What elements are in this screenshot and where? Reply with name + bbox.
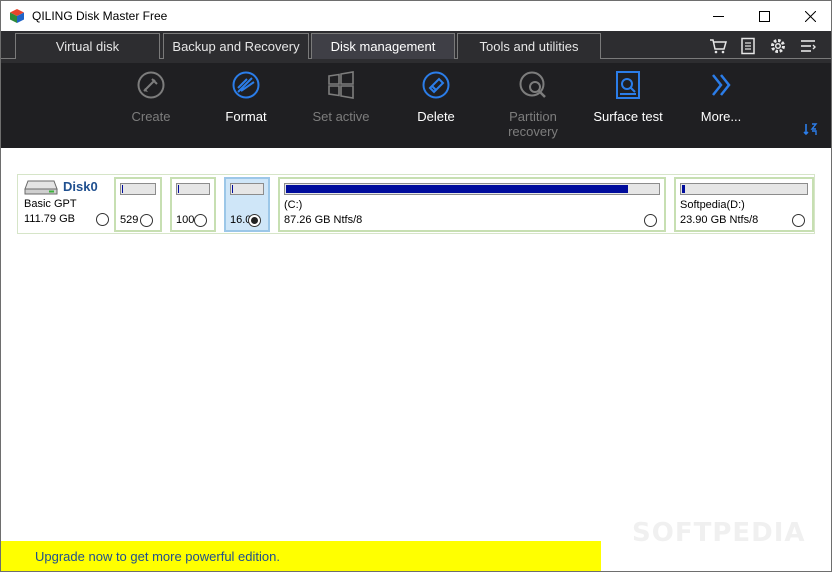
delete-icon bbox=[422, 71, 450, 99]
document-button[interactable] bbox=[733, 36, 763, 56]
partition-radio[interactable] bbox=[644, 214, 657, 227]
minimize-button[interactable] bbox=[695, 1, 741, 32]
disk-name: Disk0 bbox=[63, 179, 98, 194]
create-label: Create bbox=[131, 109, 171, 124]
partition-c[interactable]: (C:) 87.26 GB Ntfs/8 bbox=[278, 177, 666, 232]
sort-icon[interactable] bbox=[803, 122, 819, 136]
disk-info[interactable]: Disk0 Basic GPT 111.79 GB bbox=[18, 175, 114, 233]
top-icon-group bbox=[703, 36, 823, 56]
ribbon: Virtual disk Backup and Recovery Disk ma… bbox=[1, 31, 831, 148]
maximize-icon bbox=[758, 11, 770, 22]
partition-usage-bar bbox=[230, 183, 264, 195]
settings-button[interactable] bbox=[763, 36, 793, 56]
more-label: More... bbox=[700, 109, 742, 124]
minimize-icon bbox=[712, 16, 724, 17]
cart-button[interactable] bbox=[703, 36, 733, 56]
partition-usage-bar bbox=[284, 183, 660, 195]
surface-test-button[interactable]: Surface test bbox=[583, 69, 673, 141]
partition-radio[interactable] bbox=[792, 214, 805, 227]
partition-usage-fill bbox=[682, 185, 686, 193]
format-icon bbox=[232, 71, 260, 99]
disk-type: Basic GPT bbox=[24, 198, 77, 210]
partition-size: 23.90 GB Ntfs/8 bbox=[680, 214, 759, 226]
menu-icon bbox=[801, 40, 816, 52]
partition-radio-selected[interactable] bbox=[248, 214, 261, 227]
menu-button[interactable] bbox=[793, 36, 823, 56]
partition-usage-fill bbox=[178, 185, 179, 193]
tab-disk-management[interactable]: Disk management bbox=[311, 33, 455, 59]
maximize-button[interactable] bbox=[741, 1, 787, 32]
partition-recovery-button[interactable]: Partition recovery bbox=[488, 69, 578, 141]
upgrade-link[interactable]: Upgrade now to get more powerful edition… bbox=[35, 549, 280, 564]
more-icon bbox=[712, 74, 731, 96]
tab-tools-and-utilities[interactable]: Tools and utilities bbox=[457, 33, 601, 59]
partition-recovery-icon bbox=[519, 71, 546, 98]
cart-icon bbox=[710, 39, 727, 54]
partition-usage-fill bbox=[286, 185, 629, 193]
partition-recovery-label: Partition recovery bbox=[508, 109, 558, 139]
set-active-label: Set active bbox=[312, 109, 370, 124]
disk-radio[interactable] bbox=[96, 213, 109, 226]
partition-label: Softpedia(D:) bbox=[680, 199, 745, 211]
tab-virtual-disk[interactable]: Virtual disk bbox=[15, 33, 160, 59]
more-button[interactable]: More... bbox=[676, 69, 766, 141]
partition-3[interactable]: 16.0 bbox=[224, 177, 270, 232]
partition-usage-bar bbox=[120, 183, 156, 195]
watermark: SOFTPEDIA bbox=[632, 518, 806, 548]
set-active-button[interactable]: Set active bbox=[296, 69, 386, 141]
toolbar: Create Format Set active Delete Partitio… bbox=[1, 63, 831, 148]
format-button[interactable]: Format bbox=[201, 69, 291, 141]
create-icon bbox=[137, 71, 165, 99]
surface-test-label: Surface test bbox=[593, 109, 663, 124]
partition-size: 87.26 GB Ntfs/8 bbox=[284, 214, 363, 226]
partition-usage-bar bbox=[176, 183, 210, 195]
delete-button[interactable]: Delete bbox=[391, 69, 481, 141]
disk-row[interactable]: Disk0 Basic GPT 111.79 GB 529 100 16.0 (… bbox=[17, 174, 815, 234]
partition-radio[interactable] bbox=[194, 214, 207, 227]
surface-test-icon bbox=[616, 71, 640, 99]
delete-label: Delete bbox=[417, 109, 455, 124]
partition-radio[interactable] bbox=[140, 214, 153, 227]
partition-label: (C:) bbox=[284, 199, 303, 211]
format-label: Format bbox=[225, 109, 267, 124]
app-logo-icon bbox=[10, 9, 24, 23]
partition-1[interactable]: 529 bbox=[114, 177, 162, 232]
set-active-icon bbox=[328, 71, 354, 99]
create-button[interactable]: Create bbox=[106, 69, 196, 141]
upgrade-banner[interactable]: Upgrade now to get more powerful edition… bbox=[1, 541, 601, 571]
hard-disk-icon bbox=[24, 180, 58, 195]
close-button[interactable] bbox=[787, 1, 832, 32]
close-icon bbox=[804, 11, 816, 22]
partition-d[interactable]: Softpedia(D:) 23.90 GB Ntfs/8 bbox=[674, 177, 814, 232]
gear-icon bbox=[771, 39, 785, 53]
partition-2[interactable]: 100 bbox=[170, 177, 216, 232]
partition-usage-fill bbox=[232, 185, 233, 193]
disk-size: 111.79 GB bbox=[24, 213, 75, 225]
tab-backup-and-recovery[interactable]: Backup and Recovery bbox=[163, 33, 309, 59]
document-icon bbox=[741, 37, 755, 55]
partition-usage-bar bbox=[680, 183, 808, 195]
partition-usage-fill bbox=[122, 185, 123, 193]
window-title: QILING Disk Master Free bbox=[32, 9, 168, 23]
title-bar: QILING Disk Master Free bbox=[0, 0, 832, 31]
